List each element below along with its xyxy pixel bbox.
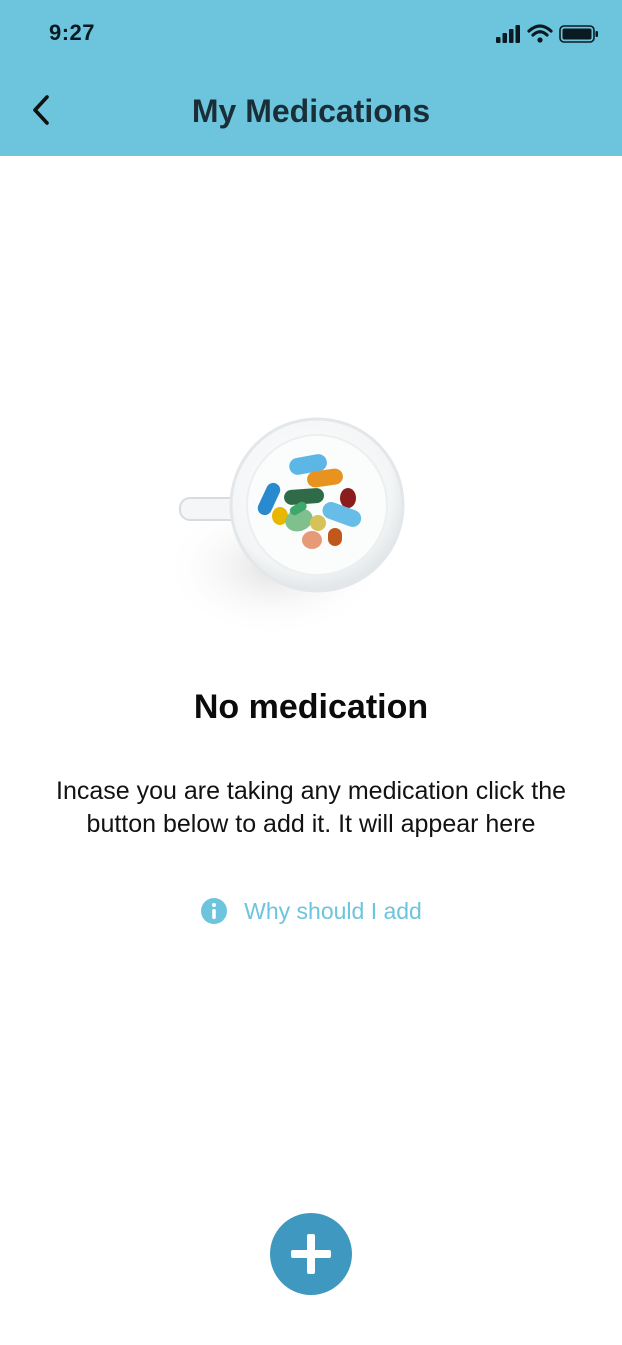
- why-should-i-add-label: Why should I add: [244, 897, 422, 924]
- battery-icon: [559, 25, 598, 43]
- pill-cup-illustration: [162, 417, 405, 638]
- page-title: My Medications: [191, 93, 431, 129]
- status-icons: [496, 24, 598, 43]
- empty-state-description: Incase you are taking any medication cli…: [56, 777, 566, 838]
- plus-icon: [291, 1234, 331, 1274]
- empty-state-title: No medication: [193, 688, 429, 726]
- wifi-icon: [527, 24, 553, 43]
- why-should-i-add-link[interactable]: Why should I add: [0, 897, 622, 925]
- app-header: 9:27 My Medications: [0, 0, 622, 156]
- cellular-signal-icon: [496, 25, 520, 43]
- medications-screen: 9:27 My Medications No medication Incase…: [0, 0, 622, 1345]
- status-time: 9:27: [49, 20, 96, 45]
- info-icon: [201, 898, 228, 924]
- add-medication-button[interactable]: [270, 1213, 352, 1295]
